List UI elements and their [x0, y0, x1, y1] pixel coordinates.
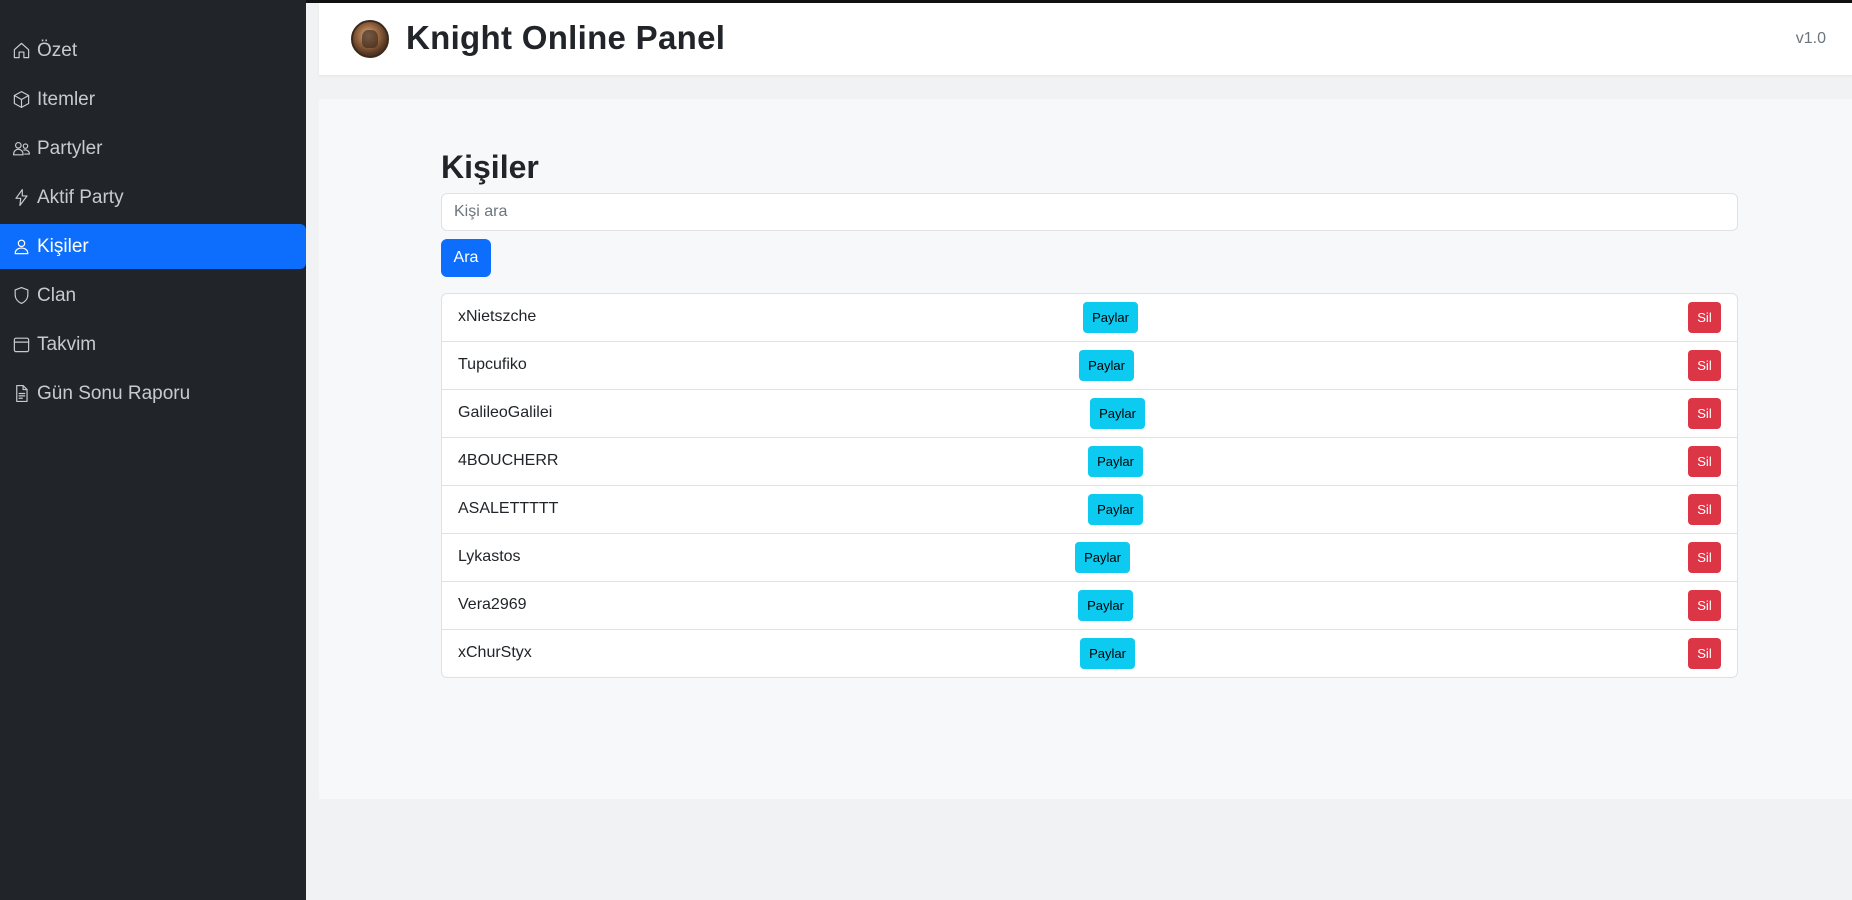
- document-icon: [12, 384, 31, 403]
- person-icon: [12, 237, 31, 256]
- person-name: Tupcufiko: [458, 356, 527, 373]
- home-icon: [12, 41, 31, 60]
- page-title: Kişiler: [441, 149, 539, 185]
- lightning-icon: [12, 188, 31, 207]
- search-input[interactable]: [441, 193, 1738, 231]
- knight-logo-icon: [351, 20, 389, 58]
- list-item: GalileoGalilei Paylar Sil: [442, 390, 1737, 438]
- shield-icon: [12, 286, 31, 305]
- share-button[interactable]: Paylar: [1075, 542, 1130, 573]
- share-button[interactable]: Paylar: [1083, 302, 1138, 333]
- share-button[interactable]: Paylar: [1090, 398, 1145, 429]
- app-title: Knight Online Panel: [406, 19, 726, 56]
- person-name: 4BOUCHERR: [458, 452, 559, 469]
- sidebar-item-kisiler[interactable]: Kişiler: [0, 224, 306, 269]
- box-icon: [12, 90, 31, 109]
- version-label: v1.0: [1795, 30, 1826, 47]
- delete-button[interactable]: Sil: [1688, 638, 1721, 669]
- person-name: xNietszche: [458, 308, 537, 325]
- share-button[interactable]: Paylar: [1078, 590, 1133, 621]
- sidebar-item-label: Partyler: [37, 137, 103, 159]
- person-name: Lykastos: [458, 548, 521, 565]
- delete-button[interactable]: Sil: [1688, 398, 1721, 429]
- sidebar-item-aktif-party[interactable]: Aktif Party: [0, 175, 306, 220]
- share-button[interactable]: Paylar: [1088, 446, 1143, 477]
- sidebar-item-label: Aktif Party: [37, 186, 124, 208]
- sidebar-item-itemler[interactable]: Itemler: [0, 77, 306, 122]
- sidebar-item-label: Gün Sonu Raporu: [37, 382, 191, 404]
- main-content: Kişiler Ara xNietszche Paylar Sil Tupcuf…: [319, 99, 1852, 799]
- list-item: xChurStyx Paylar Sil: [442, 630, 1737, 677]
- list-item: Tupcufiko Paylar Sil: [442, 342, 1737, 390]
- sidebar-item-ozet[interactable]: Özet: [0, 28, 306, 73]
- list-item: 4BOUCHERR Paylar Sil: [442, 438, 1737, 486]
- person-name: ASALETTTTT: [458, 500, 559, 517]
- sidebar-item-partyler[interactable]: Partyler: [0, 126, 306, 171]
- sidebar-item-label: Clan: [37, 284, 77, 306]
- delete-button[interactable]: Sil: [1688, 542, 1721, 573]
- list-item: ASALETTTTT Paylar Sil: [442, 486, 1737, 534]
- delete-button[interactable]: Sil: [1688, 350, 1721, 381]
- delete-button[interactable]: Sil: [1688, 494, 1721, 525]
- delete-button[interactable]: Sil: [1688, 302, 1721, 333]
- share-button[interactable]: Paylar: [1080, 638, 1135, 669]
- sidebar-item-label: Özet: [37, 39, 78, 61]
- people-icon: [12, 139, 31, 158]
- app-header: Knight Online Panel v1.0: [319, 3, 1852, 75]
- list-item: Vera2969 Paylar Sil: [442, 582, 1737, 630]
- sidebar-item-takvim[interactable]: Takvim: [0, 322, 306, 367]
- person-name: xChurStyx: [458, 644, 532, 661]
- delete-button[interactable]: Sil: [1688, 446, 1721, 477]
- sidebar-item-gun-sonu-raporu[interactable]: Gün Sonu Raporu: [0, 371, 306, 416]
- sidebar-item-label: Itemler: [37, 88, 96, 110]
- search-button[interactable]: Ara: [441, 239, 491, 277]
- calendar-icon: [12, 335, 31, 354]
- people-list: xNietszche Paylar Sil Tupcufiko Paylar S…: [441, 293, 1738, 678]
- share-button[interactable]: Paylar: [1079, 350, 1134, 381]
- sidebar: Özet Itemler Partyler Aktif Party Kişile…: [0, 0, 306, 900]
- person-name: GalileoGalilei: [458, 404, 553, 421]
- sidebar-item-label: Kişiler: [37, 235, 89, 257]
- list-item: Lykastos Paylar Sil: [442, 534, 1737, 582]
- delete-button[interactable]: Sil: [1688, 590, 1721, 621]
- sidebar-item-clan[interactable]: Clan: [0, 273, 306, 318]
- person-name: Vera2969: [458, 596, 527, 613]
- list-item: xNietszche Paylar Sil: [442, 294, 1737, 342]
- share-button[interactable]: Paylar: [1088, 494, 1143, 525]
- sidebar-item-label: Takvim: [37, 333, 97, 355]
